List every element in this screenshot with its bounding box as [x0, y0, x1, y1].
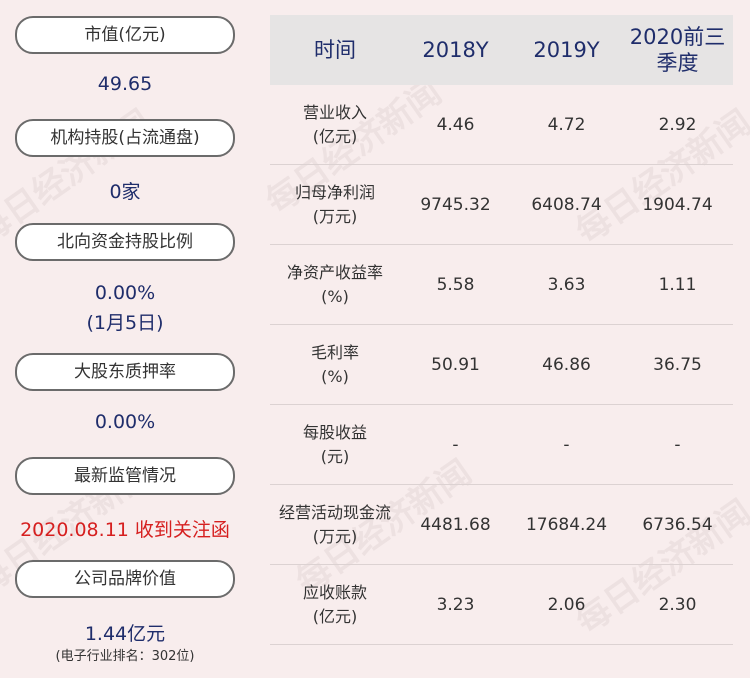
table-cell: 36.75	[653, 355, 702, 375]
header-cell: 时间	[314, 38, 356, 62]
institution-holding-value: 0家	[109, 181, 141, 203]
market-cap-label: 市值(亿元)	[15, 16, 235, 54]
brand-value-label: 公司品牌价值	[15, 560, 235, 598]
table-cell: 2.06	[547, 595, 586, 615]
table-cell: 2.92	[658, 115, 697, 135]
brand-value: 1.44亿元	[84, 623, 166, 645]
financial-table: 时间 2018Y 2019Y 2020前三季度 营业收入 (亿元) 4.46 4.…	[270, 15, 733, 645]
table-cell: -	[452, 435, 459, 455]
table-row: 每股收益 (元) - - -	[270, 405, 733, 485]
row-label: 应收账款 (亿元)	[302, 583, 367, 626]
northbound-ratio-label: 北向资金持股比例	[15, 223, 235, 261]
table-cell: 4.46	[436, 115, 475, 135]
table-cell: 4481.68	[420, 515, 491, 535]
table-row: 应收账款 (亿元) 3.23 2.06 2.30	[270, 565, 733, 645]
row-label: 每股收益 (元)	[302, 423, 367, 466]
table-cell: 2.30	[658, 595, 697, 615]
brand-rank: (电子行业排名：302位)	[55, 649, 195, 664]
header-cell: 2019Y	[533, 38, 600, 62]
table-header: 时间 2018Y 2019Y 2020前三季度	[270, 15, 733, 85]
row-label: 毛利率 (%)	[310, 343, 359, 386]
left-panel: 市值(亿元) 49.65 机构持股(占流通盘) 0家 北向资金持股比例 0.00…	[0, 0, 250, 678]
institution-holding-label: 机构持股(占流通盘)	[15, 119, 235, 157]
row-label: 归母净利润 (万元)	[294, 183, 375, 226]
table-cell: 5.58	[436, 275, 475, 295]
table-cell: 6736.54	[642, 515, 713, 535]
table-cell: 6408.74	[531, 195, 602, 215]
table-row: 净资产收益率 (%) 5.58 3.63 1.11	[270, 245, 733, 325]
table-row: 归母净利润 (万元) 9745.32 6408.74 1904.74	[270, 165, 733, 245]
table-cell: 1.11	[658, 275, 697, 295]
row-label: 净资产收益率 (%)	[286, 263, 383, 306]
market-cap-value: 49.65	[97, 73, 153, 95]
table-row: 经营活动现金流 (万元) 4481.68 17684.24 6736.54	[270, 485, 733, 565]
northbound-ratio-date: (1月5日)	[86, 312, 164, 334]
row-label: 营业收入 (亿元)	[302, 103, 367, 146]
pledge-ratio-label: 大股东质押率	[15, 353, 235, 391]
table-cell: 46.86	[542, 355, 591, 375]
regulation-value: 2020.08.11 收到关注函	[20, 519, 230, 541]
header-cell: 2018Y	[422, 38, 489, 62]
northbound-ratio-value: 0.00%	[94, 282, 156, 304]
pledge-ratio-value: 0.00%	[94, 411, 156, 433]
regulation-label: 最新监管情况	[15, 457, 235, 495]
header-cell: 2020前三季度	[629, 25, 726, 75]
table-cell: 3.23	[436, 595, 475, 615]
table-cell: 9745.32	[420, 195, 491, 215]
row-label: 经营活动现金流 (万元)	[278, 503, 391, 546]
table-cell: 1904.74	[642, 195, 713, 215]
table-cell: -	[563, 435, 570, 455]
table-row: 毛利率 (%) 50.91 46.86 36.75	[270, 325, 733, 405]
table-cell: 17684.24	[525, 515, 608, 535]
table-cell: 3.63	[547, 275, 586, 295]
table-cell: -	[674, 435, 681, 455]
table-cell: 4.72	[547, 115, 586, 135]
table-cell: 50.91	[431, 355, 480, 375]
table-row: 营业收入 (亿元) 4.46 4.72 2.92	[270, 85, 733, 165]
